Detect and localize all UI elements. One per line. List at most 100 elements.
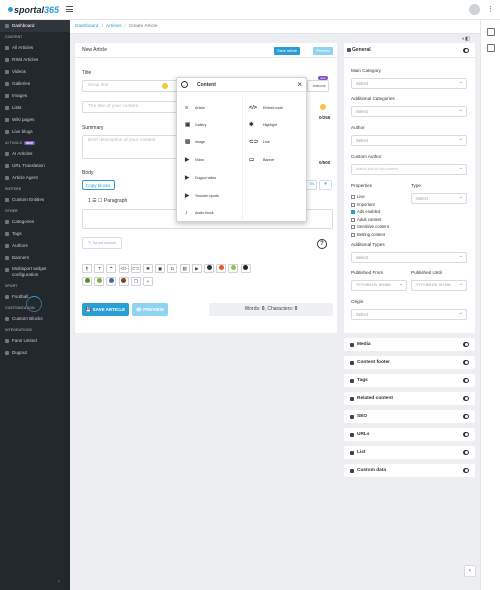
property-adult-content-checkbox[interactable]: Adult content — [351, 217, 381, 222]
sidebar-item-dugout[interactable]: Dugout — [0, 347, 70, 359]
additional-types-select[interactable]: Select — [351, 252, 467, 263]
content-audio-block-option[interactable]: ♪ Audio block — [185, 208, 214, 218]
toggle-icon[interactable] — [463, 468, 469, 473]
sidebar-item-tags[interactable]: Tags — [0, 228, 70, 240]
video-icon[interactable]: ▶ — [191, 264, 202, 273]
content-highlight-option[interactable]: ✱ Highlight — [249, 120, 277, 130]
panel-custom-data[interactable]: Custom data — [344, 464, 475, 477]
sidebar-item-fans-united[interactable]: Fans United — [0, 335, 70, 347]
add-icon[interactable]: + — [143, 277, 153, 286]
toggle-icon[interactable] — [463, 378, 469, 383]
sidebar-item-custom-blocks[interactable]: Custom Blocks — [0, 313, 70, 325]
panel-related-content[interactable]: Related content — [344, 392, 475, 405]
quote-icon[interactable]: ❝ — [106, 264, 117, 273]
sidebar-item-article-agent[interactable]: Article Agent — [0, 172, 70, 184]
paragraph-block[interactable]: 1 ☰ ☐ Paragraph — [88, 198, 127, 204]
published-until-input[interactable]: YYYY.MM.DD. HH:MM — [411, 280, 467, 291]
panel-media[interactable]: Media — [344, 338, 475, 351]
toggle-icon[interactable] — [463, 48, 469, 53]
property-betting-content-checkbox[interactable]: Betting content — [351, 232, 385, 237]
sidebar-item-galleries[interactable]: Galleries — [0, 78, 70, 90]
toggle-icon[interactable] — [463, 432, 469, 437]
panel-tags[interactable]: Tags — [344, 374, 475, 387]
panel-list[interactable]: List — [344, 446, 475, 459]
content-dugout-video-option[interactable]: ▶ Dugout video — [185, 173, 216, 183]
basketball-icon[interactable] — [82, 277, 92, 286]
user-avatar[interactable] — [469, 4, 480, 15]
suggestions-button[interactable]: estions — [307, 80, 329, 92]
panel-seo[interactable]: SEO — [344, 410, 475, 423]
gallery-icon[interactable]: ▣ — [155, 264, 166, 273]
collapse-arrow-icon[interactable]: ‹ — [464, 565, 476, 577]
image-icon[interactable]: ▨ — [179, 264, 190, 273]
tennis-ball-icon[interactable] — [94, 277, 105, 286]
sign-out-icon[interactable] — [487, 28, 495, 36]
close-icon[interactable]: × — [297, 79, 302, 91]
content-link-option[interactable]: ⊂⊃ Link — [249, 137, 270, 147]
sidebar-item-videos[interactable]: Videos — [0, 66, 70, 78]
property-live-checkbox[interactable]: Live — [351, 194, 365, 199]
general-header[interactable]: General — [344, 43, 475, 58]
heading-icon[interactable]: T — [94, 264, 105, 273]
content-youtube-sports-option[interactable]: ▶ Youtube sports — [185, 191, 219, 201]
title-emoji-icon[interactable] — [320, 104, 326, 110]
toggle-icon[interactable] — [463, 342, 469, 347]
type-select[interactable]: Select — [411, 193, 467, 204]
camera-icon[interactable]: ◘ — [167, 264, 178, 273]
emoji-icon[interactable] — [162, 83, 168, 89]
panel-toggle-icons[interactable]: ◐◧ — [462, 36, 470, 42]
title-input[interactable]: The title of your content — [82, 101, 177, 113]
panel-content-footer[interactable]: Content footer — [344, 356, 475, 369]
content-image-option[interactable]: ▨ Image — [185, 137, 205, 147]
add-block-dropdown-icon[interactable]: ▾ — [319, 180, 332, 190]
tennis-icon[interactable] — [228, 264, 239, 273]
american-football-icon[interactable] — [118, 277, 129, 286]
sidebar-item-banners[interactable]: Banners — [0, 252, 70, 264]
sidebar-item-rsm-articles[interactable]: RSM Articles — [0, 54, 70, 66]
rugby-icon[interactable] — [240, 264, 251, 273]
preview-button[interactable]: 👁 PREVIEW — [132, 303, 168, 316]
code-icon[interactable]: </> — [118, 264, 129, 273]
toggle-icon[interactable] — [463, 450, 469, 455]
sidebar-item-authors[interactable]: Authors — [0, 240, 70, 252]
content-article-option[interactable]: ≡ Article — [185, 103, 205, 113]
back-arrow-icon[interactable]: ← — [181, 81, 188, 88]
smart-search-button[interactable]: ✎ Smart search — [82, 237, 122, 249]
panel-icon[interactable] — [487, 44, 495, 52]
paragraph-icon[interactable]: ¶ — [82, 264, 92, 273]
copy-blocks-button[interactable]: Copy blocks — [82, 180, 115, 190]
copy-icon[interactable]: ❐ — [130, 277, 141, 286]
breadcrumb-dashboard[interactable]: Dashboard — [75, 24, 98, 29]
app-logo[interactable]: sportal365 — [8, 5, 59, 15]
hamburger-menu-icon[interactable] — [66, 6, 73, 12]
origin-select[interactable]: Select — [351, 309, 467, 320]
save-article-button[interactable]: 💾 SAVE ARTICLE — [82, 303, 129, 316]
content-banner-option[interactable]: ▭ Banner — [249, 155, 275, 165]
content-gallery-option[interactable]: ▣ Gallery — [185, 120, 206, 130]
property-important-checkbox[interactable]: Important — [351, 202, 375, 207]
volleyball-icon[interactable] — [106, 277, 117, 286]
football-alt-icon[interactable] — [216, 264, 227, 273]
property-ads-enabled-checkbox[interactable]: Ads enabled — [351, 209, 380, 214]
author-select[interactable]: Select — [351, 135, 467, 146]
toggle-icon[interactable] — [463, 396, 469, 401]
highlight-icon[interactable]: ✱ — [143, 264, 153, 273]
published-from-input[interactable]: YYYY.MM.DD. HH:MM — [351, 280, 407, 291]
sidebar-item-ai-articles[interactable]: AI Articles — [0, 148, 70, 160]
sidebar-item-wiki-pages[interactable]: Wiki pages — [0, 114, 70, 126]
panel-urls[interactable]: URLs — [344, 428, 475, 441]
help-icon[interactable]: ? — [317, 239, 327, 249]
sidebar-item-images[interactable]: Images — [0, 90, 70, 102]
custom-author-input[interactable]: Author just for this content — [351, 164, 467, 175]
sidebar-item-all-articles[interactable]: All Articles — [0, 42, 70, 54]
save-article-small-button[interactable]: Save article — [274, 47, 300, 55]
breadcrumb-articles[interactable]: Articles — [106, 24, 122, 29]
collapse-sidebar-icon[interactable]: ‹ — [58, 579, 60, 585]
summary-input[interactable]: Brief description of your content — [82, 135, 177, 159]
sidebar-item-live-blogs[interactable]: Live blogs — [0, 126, 70, 138]
sidebar-item-lists[interactable]: Lists — [0, 102, 70, 114]
content-video-option[interactable]: ▶ Video — [185, 155, 204, 165]
property-sensitive-content-checkbox[interactable]: Sensitive content — [351, 224, 389, 229]
sidebar-item-url-translation[interactable]: URL Translation — [0, 160, 70, 172]
link-icon[interactable]: ⊂⊃ — [130, 264, 141, 273]
